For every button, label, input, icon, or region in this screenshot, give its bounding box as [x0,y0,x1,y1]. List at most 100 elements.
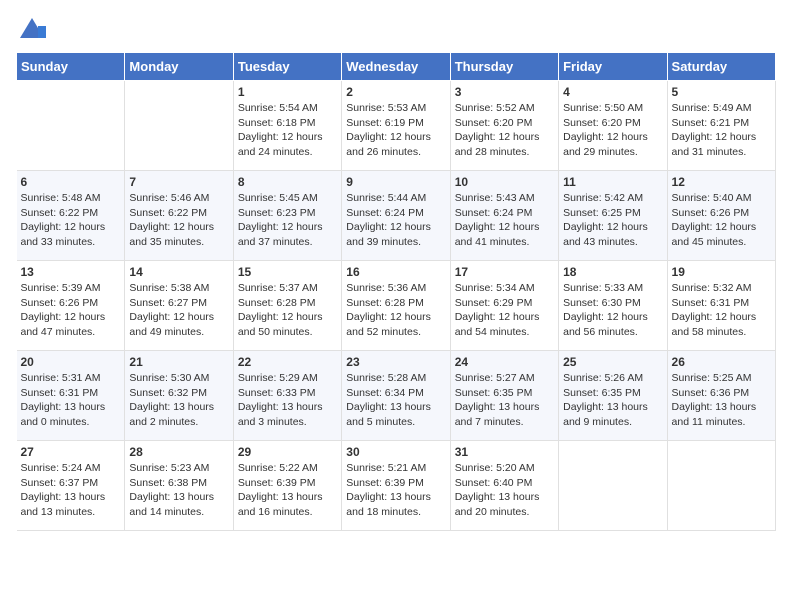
day-content: Sunrise: 5:31 AM Sunset: 6:31 PM Dayligh… [21,371,121,430]
calendar-cell: 25 Sunrise: 5:26 AM Sunset: 6:35 PM Dayli… [559,351,667,441]
day-number: 22 [238,355,337,369]
calendar-cell: 13Sunrise: 5:39 AM Sunset: 6:26 PM Dayli… [17,261,125,351]
day-content: Sunrise: 5:37 AM Sunset: 6:28 PM Dayligh… [238,281,337,340]
day-content: Sunrise: 5:49 AM Sunset: 6:21 PM Dayligh… [672,101,771,160]
calendar-cell: 20 Sunrise: 5:31 AM Sunset: 6:31 PM Dayli… [17,351,125,441]
calendar-table: SundayMondayTuesdayWednesdayThursdayFrid… [16,52,776,531]
day-content: Sunrise: 5:27 AM Sunset: 6:35 PM Dayligh… [455,371,554,430]
day-number: 6 [21,175,121,189]
header-day: Friday [559,53,667,81]
day-content: Sunrise: 5:28 AM Sunset: 6:34 PM Dayligh… [346,371,445,430]
day-content: Sunrise: 5:23 AM Sunset: 6:38 PM Dayligh… [129,461,228,520]
logo-icon [18,16,46,44]
day-number: 5 [672,85,771,99]
day-number: 23 [346,355,445,369]
day-content: Sunrise: 5:42 AM Sunset: 6:25 PM Dayligh… [563,191,662,250]
calendar-cell: 12Sunrise: 5:40 AM Sunset: 6:26 PM Dayli… [667,171,775,261]
day-number: 11 [563,175,662,189]
calendar-cell: 16 Sunrise: 5:36 AM Sunset: 6:28 PM Dayli… [342,261,450,351]
day-number: 25 [563,355,662,369]
day-number: 4 [563,85,662,99]
calendar-cell: 7Sunrise: 5:46 AM Sunset: 6:22 PM Daylig… [125,171,233,261]
calendar-cell: 6 Sunrise: 5:48 AM Sunset: 6:22 PM Daylig… [17,171,125,261]
day-number: 8 [238,175,337,189]
header-day: Saturday [667,53,775,81]
day-content: Sunrise: 5:22 AM Sunset: 6:39 PM Dayligh… [238,461,337,520]
calendar-cell: 31Sunrise: 5:20 AM Sunset: 6:40 PM Dayli… [450,441,558,531]
day-content: Sunrise: 5:53 AM Sunset: 6:19 PM Dayligh… [346,101,445,160]
day-content: Sunrise: 5:20 AM Sunset: 6:40 PM Dayligh… [455,461,554,520]
calendar-cell: 21Sunrise: 5:30 AM Sunset: 6:32 PM Dayli… [125,351,233,441]
calendar-cell: 17 Sunrise: 5:34 AM Sunset: 6:29 PM Dayli… [450,261,558,351]
calendar-cell: 27Sunrise: 5:24 AM Sunset: 6:37 PM Dayli… [17,441,125,531]
calendar-week-row: 6 Sunrise: 5:48 AM Sunset: 6:22 PM Daylig… [17,171,776,261]
day-content: Sunrise: 5:34 AM Sunset: 6:29 PM Dayligh… [455,281,554,340]
header-day: Sunday [17,53,125,81]
calendar-cell: 26 Sunrise: 5:25 AM Sunset: 6:36 PM Dayli… [667,351,775,441]
day-number: 10 [455,175,554,189]
calendar-header: SundayMondayTuesdayWednesdayThursdayFrid… [17,53,776,81]
day-number: 18 [563,265,662,279]
page-header [16,16,776,44]
header-row: SundayMondayTuesdayWednesdayThursdayFrid… [17,53,776,81]
calendar-cell: 2 Sunrise: 5:53 AM Sunset: 6:19 PM Daylig… [342,81,450,171]
calendar-cell: 11 Sunrise: 5:42 AM Sunset: 6:25 PM Dayli… [559,171,667,261]
day-number: 14 [129,265,228,279]
day-content: Sunrise: 5:44 AM Sunset: 6:24 PM Dayligh… [346,191,445,250]
calendar-cell: 29 Sunrise: 5:22 AM Sunset: 6:39 PM Dayli… [233,441,341,531]
day-number: 29 [238,445,337,459]
day-content: Sunrise: 5:29 AM Sunset: 6:33 PM Dayligh… [238,371,337,430]
day-content: Sunrise: 5:26 AM Sunset: 6:35 PM Dayligh… [563,371,662,430]
calendar-cell: 22 Sunrise: 5:29 AM Sunset: 6:33 PM Dayli… [233,351,341,441]
calendar-cell: 1Sunrise: 5:54 AM Sunset: 6:18 PM Daylig… [233,81,341,171]
day-content: Sunrise: 5:54 AM Sunset: 6:18 PM Dayligh… [238,101,337,160]
day-content: Sunrise: 5:40 AM Sunset: 6:26 PM Dayligh… [672,191,771,250]
calendar-cell: 15 Sunrise: 5:37 AM Sunset: 6:28 PM Dayli… [233,261,341,351]
calendar-cell [17,81,125,171]
day-content: Sunrise: 5:45 AM Sunset: 6:23 PM Dayligh… [238,191,337,250]
day-content: Sunrise: 5:52 AM Sunset: 6:20 PM Dayligh… [455,101,554,160]
calendar-cell: 14 Sunrise: 5:38 AM Sunset: 6:27 PM Dayli… [125,261,233,351]
day-number: 15 [238,265,337,279]
calendar-week-row: 20 Sunrise: 5:31 AM Sunset: 6:31 PM Dayli… [17,351,776,441]
calendar-cell: 23 Sunrise: 5:28 AM Sunset: 6:34 PM Dayli… [342,351,450,441]
calendar-cell: 30 Sunrise: 5:21 AM Sunset: 6:39 PM Dayli… [342,441,450,531]
calendar-cell: 4 Sunrise: 5:50 AM Sunset: 6:20 PM Daylig… [559,81,667,171]
header-day: Wednesday [342,53,450,81]
calendar-week-row: 27Sunrise: 5:24 AM Sunset: 6:37 PM Dayli… [17,441,776,531]
day-content: Sunrise: 5:50 AM Sunset: 6:20 PM Dayligh… [563,101,662,160]
logo [16,16,46,44]
calendar-cell: 3 Sunrise: 5:52 AM Sunset: 6:20 PM Daylig… [450,81,558,171]
day-content: Sunrise: 5:33 AM Sunset: 6:30 PM Dayligh… [563,281,662,340]
day-number: 30 [346,445,445,459]
day-number: 17 [455,265,554,279]
calendar-cell: 10 Sunrise: 5:43 AM Sunset: 6:24 PM Dayli… [450,171,558,261]
calendar-week-row: 1Sunrise: 5:54 AM Sunset: 6:18 PM Daylig… [17,81,776,171]
day-content: Sunrise: 5:30 AM Sunset: 6:32 PM Dayligh… [129,371,228,430]
day-content: Sunrise: 5:43 AM Sunset: 6:24 PM Dayligh… [455,191,554,250]
day-number: 13 [21,265,121,279]
day-content: Sunrise: 5:32 AM Sunset: 6:31 PM Dayligh… [672,281,771,340]
day-number: 24 [455,355,554,369]
day-number: 26 [672,355,771,369]
calendar-cell: 9 Sunrise: 5:44 AM Sunset: 6:24 PM Daylig… [342,171,450,261]
day-number: 3 [455,85,554,99]
calendar-cell: 18 Sunrise: 5:33 AM Sunset: 6:30 PM Dayli… [559,261,667,351]
day-content: Sunrise: 5:25 AM Sunset: 6:36 PM Dayligh… [672,371,771,430]
day-number: 2 [346,85,445,99]
day-content: Sunrise: 5:36 AM Sunset: 6:28 PM Dayligh… [346,281,445,340]
day-number: 20 [21,355,121,369]
day-number: 27 [21,445,121,459]
day-content: Sunrise: 5:21 AM Sunset: 6:39 PM Dayligh… [346,461,445,520]
day-content: Sunrise: 5:38 AM Sunset: 6:27 PM Dayligh… [129,281,228,340]
calendar-cell [125,81,233,171]
day-content: Sunrise: 5:46 AM Sunset: 6:22 PM Dayligh… [129,191,228,250]
calendar-cell [559,441,667,531]
day-number: 28 [129,445,228,459]
day-number: 16 [346,265,445,279]
calendar-cell: 24 Sunrise: 5:27 AM Sunset: 6:35 PM Dayli… [450,351,558,441]
day-content: Sunrise: 5:48 AM Sunset: 6:22 PM Dayligh… [21,191,121,250]
calendar-cell: 8 Sunrise: 5:45 AM Sunset: 6:23 PM Daylig… [233,171,341,261]
calendar-cell: 19Sunrise: 5:32 AM Sunset: 6:31 PM Dayli… [667,261,775,351]
day-number: 9 [346,175,445,189]
